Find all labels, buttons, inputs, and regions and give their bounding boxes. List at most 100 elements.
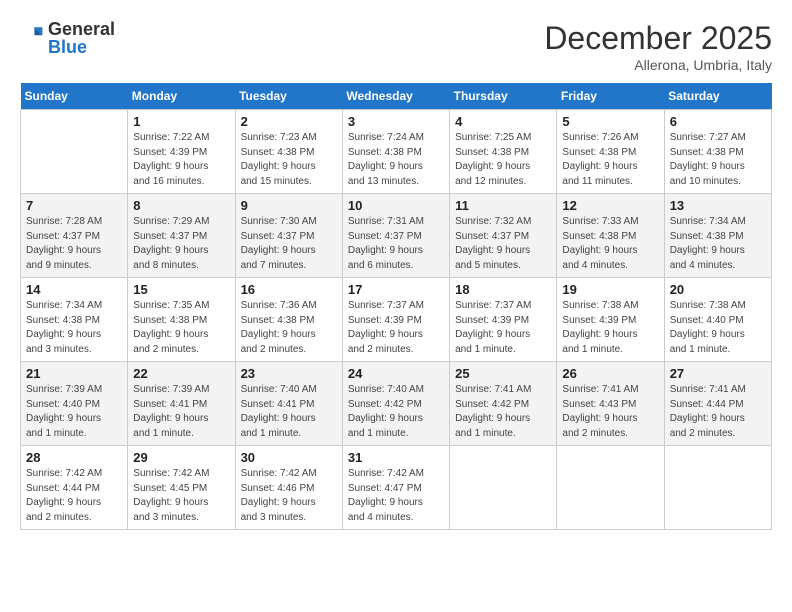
calendar-cell: 13 Sunrise: 7:34 AMSunset: 4:38 PMDayligh… — [664, 194, 771, 278]
day-info: Sunrise: 7:41 AMSunset: 4:44 PMDaylight:… — [670, 383, 766, 441]
month-title: December 2025 — [544, 20, 772, 57]
weekday-header-tuesday: Tuesday — [235, 83, 342, 110]
calendar-cell: 1Sunrise: 7:22 AMSunset: 4:39 PMDaylight… — [128, 110, 235, 194]
calendar-table: SundayMondayTuesdayWednesdayThursdayFrid… — [20, 83, 772, 530]
calendar-cell: 18Sunrise: 7:37 AMSunset: 4:39 PMDayligh… — [450, 278, 557, 362]
day-info: Sunrise: 7:30 AMSunset: 4:37 PMDaylight:… — [241, 215, 337, 273]
weekday-header-wednesday: Wednesday — [342, 83, 449, 110]
day-number: 30 — [241, 450, 337, 465]
day-info: Sunrise: 7:41 AMSunset: 4:43 PMDaylight:… — [562, 383, 658, 441]
weekday-header-friday: Friday — [557, 83, 664, 110]
day-info: Sunrise: 7:38 AMSunset: 4:39 PMDaylight:… — [562, 299, 658, 357]
day-number: 2 — [241, 114, 337, 129]
day-number: 5 — [562, 114, 658, 129]
calendar-cell: 8 Sunrise: 7:29 AMSunset: 4:37 PMDaylight… — [128, 194, 235, 278]
day-info: Sunrise: 7:31 AMSunset: 4:37 PMDaylight:… — [348, 215, 444, 273]
calendar-cell: 26Sunrise: 7:41 AMSunset: 4:43 PMDayligh… — [557, 362, 664, 446]
day-info: Sunrise: 7:42 AMSunset: 4:44 PMDaylight:… — [26, 467, 122, 525]
day-number: 25 — [455, 366, 551, 381]
calendar-week-row: 14 Sunrise: 7:34 AMSunset: 4:38 PMDayligh… — [21, 278, 772, 362]
calendar-cell: 2 Sunrise: 7:23 AMSunset: 4:38 PMDaylight… — [235, 110, 342, 194]
day-info: Sunrise: 7:27 AMSunset: 4:38 PMDaylight:… — [670, 131, 766, 189]
calendar-cell: 21 Sunrise: 7:39 AMSunset: 4:40 PMDayligh… — [21, 362, 128, 446]
day-number: 6 — [670, 114, 766, 129]
day-number: 9 — [241, 198, 337, 213]
day-info: Sunrise: 7:22 AMSunset: 4:39 PMDaylight:… — [133, 131, 229, 189]
calendar-cell — [21, 110, 128, 194]
day-info: Sunrise: 7:40 AMSunset: 4:42 PMDaylight:… — [348, 383, 444, 441]
day-info: Sunrise: 7:36 AMSunset: 4:38 PMDaylight:… — [241, 299, 337, 357]
calendar-cell — [664, 446, 771, 530]
day-number: 21 — [26, 366, 122, 381]
logo-blue: Blue — [48, 38, 115, 56]
day-info: Sunrise: 7:34 AMSunset: 4:38 PMDaylight:… — [670, 215, 766, 273]
calendar-cell: 9 Sunrise: 7:30 AMSunset: 4:37 PMDaylight… — [235, 194, 342, 278]
day-info: Sunrise: 7:42 AMSunset: 4:47 PMDaylight:… — [348, 467, 444, 525]
day-info: Sunrise: 7:28 AMSunset: 4:37 PMDaylight:… — [26, 215, 122, 273]
day-number: 7 — [26, 198, 122, 213]
calendar-cell: 23Sunrise: 7:40 AMSunset: 4:41 PMDayligh… — [235, 362, 342, 446]
day-number: 13 — [670, 198, 766, 213]
day-number: 14 — [26, 282, 122, 297]
calendar-cell: 24 Sunrise: 7:40 AMSunset: 4:42 PMDayligh… — [342, 362, 449, 446]
day-number: 4 — [455, 114, 551, 129]
calendar-cell: 15 Sunrise: 7:35 AMSunset: 4:38 PMDayligh… — [128, 278, 235, 362]
day-info: Sunrise: 7:42 AMSunset: 4:46 PMDaylight:… — [241, 467, 337, 525]
calendar-cell: 30 Sunrise: 7:42 AMSunset: 4:46 PMDayligh… — [235, 446, 342, 530]
day-info: Sunrise: 7:41 AMSunset: 4:42 PMDaylight:… — [455, 383, 551, 441]
logo-icon — [20, 24, 44, 48]
day-number: 10 — [348, 198, 444, 213]
page-header: General Blue December 2025 Allerona, Umb… — [20, 20, 772, 73]
day-number: 8 — [133, 198, 229, 213]
calendar-cell: 14 Sunrise: 7:34 AMSunset: 4:38 PMDayligh… — [21, 278, 128, 362]
calendar-cell: 3 Sunrise: 7:24 AMSunset: 4:38 PMDaylight… — [342, 110, 449, 194]
calendar-cell: 12 Sunrise: 7:33 AMSunset: 4:38 PMDayligh… — [557, 194, 664, 278]
calendar-cell — [450, 446, 557, 530]
calendar-week-row: 7 Sunrise: 7:28 AMSunset: 4:37 PMDaylight… — [21, 194, 772, 278]
calendar-cell: 29Sunrise: 7:42 AMSunset: 4:45 PMDayligh… — [128, 446, 235, 530]
calendar-cell: 17Sunrise: 7:37 AMSunset: 4:39 PMDayligh… — [342, 278, 449, 362]
day-info: Sunrise: 7:23 AMSunset: 4:38 PMDaylight:… — [241, 131, 337, 189]
calendar-week-row: 21 Sunrise: 7:39 AMSunset: 4:40 PMDayligh… — [21, 362, 772, 446]
calendar-cell: 11Sunrise: 7:32 AMSunset: 4:37 PMDayligh… — [450, 194, 557, 278]
day-number: 24 — [348, 366, 444, 381]
day-info: Sunrise: 7:34 AMSunset: 4:38 PMDaylight:… — [26, 299, 122, 357]
weekday-header-row: SundayMondayTuesdayWednesdayThursdayFrid… — [21, 83, 772, 110]
calendar-cell: 4Sunrise: 7:25 AMSunset: 4:38 PMDaylight… — [450, 110, 557, 194]
day-info: Sunrise: 7:29 AMSunset: 4:37 PMDaylight:… — [133, 215, 229, 273]
day-number: 20 — [670, 282, 766, 297]
day-number: 16 — [241, 282, 337, 297]
day-number: 31 — [348, 450, 444, 465]
day-number: 19 — [562, 282, 658, 297]
day-number: 17 — [348, 282, 444, 297]
calendar-cell: 5Sunrise: 7:26 AMSunset: 4:38 PMDaylight… — [557, 110, 664, 194]
calendar-cell: 20 Sunrise: 7:38 AMSunset: 4:40 PMDayligh… — [664, 278, 771, 362]
day-info: Sunrise: 7:42 AMSunset: 4:45 PMDaylight:… — [133, 467, 229, 525]
day-info: Sunrise: 7:40 AMSunset: 4:41 PMDaylight:… — [241, 383, 337, 441]
day-number: 12 — [562, 198, 658, 213]
day-info: Sunrise: 7:24 AMSunset: 4:38 PMDaylight:… — [348, 131, 444, 189]
calendar-week-row: 1Sunrise: 7:22 AMSunset: 4:39 PMDaylight… — [21, 110, 772, 194]
day-number: 27 — [670, 366, 766, 381]
day-info: Sunrise: 7:32 AMSunset: 4:37 PMDaylight:… — [455, 215, 551, 273]
logo-general: General — [48, 20, 115, 38]
day-number: 22 — [133, 366, 229, 381]
weekday-header-thursday: Thursday — [450, 83, 557, 110]
calendar-cell: 28 Sunrise: 7:42 AMSunset: 4:44 PMDayligh… — [21, 446, 128, 530]
day-info: Sunrise: 7:35 AMSunset: 4:38 PMDaylight:… — [133, 299, 229, 357]
calendar-cell: 7 Sunrise: 7:28 AMSunset: 4:37 PMDaylight… — [21, 194, 128, 278]
day-info: Sunrise: 7:39 AMSunset: 4:40 PMDaylight:… — [26, 383, 122, 441]
logo: General Blue — [20, 20, 115, 56]
day-info: Sunrise: 7:33 AMSunset: 4:38 PMDaylight:… — [562, 215, 658, 273]
day-number: 28 — [26, 450, 122, 465]
location-subtitle: Allerona, Umbria, Italy — [544, 57, 772, 73]
day-number: 3 — [348, 114, 444, 129]
day-number: 15 — [133, 282, 229, 297]
day-info: Sunrise: 7:39 AMSunset: 4:41 PMDaylight:… — [133, 383, 229, 441]
calendar-cell: 19 Sunrise: 7:38 AMSunset: 4:39 PMDayligh… — [557, 278, 664, 362]
day-info: Sunrise: 7:38 AMSunset: 4:40 PMDaylight:… — [670, 299, 766, 357]
calendar-cell: 22 Sunrise: 7:39 AMSunset: 4:41 PMDayligh… — [128, 362, 235, 446]
calendar-cell: 25 Sunrise: 7:41 AMSunset: 4:42 PMDayligh… — [450, 362, 557, 446]
calendar-cell — [557, 446, 664, 530]
calendar-week-row: 28 Sunrise: 7:42 AMSunset: 4:44 PMDayligh… — [21, 446, 772, 530]
